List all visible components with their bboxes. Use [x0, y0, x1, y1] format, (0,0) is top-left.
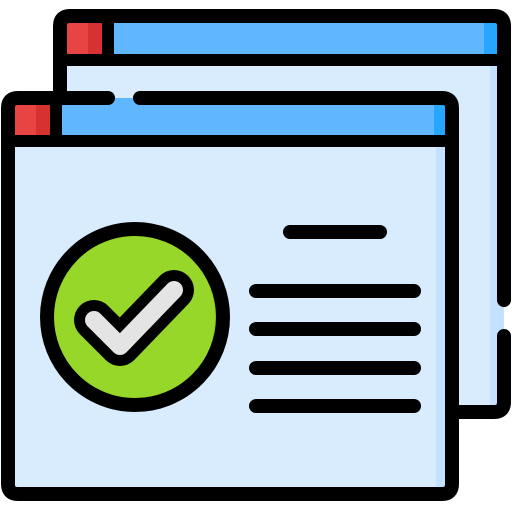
check-badge [40, 222, 230, 412]
verified-browser-windows-icon [1, 9, 511, 501]
icon-canvas [0, 0, 512, 512]
